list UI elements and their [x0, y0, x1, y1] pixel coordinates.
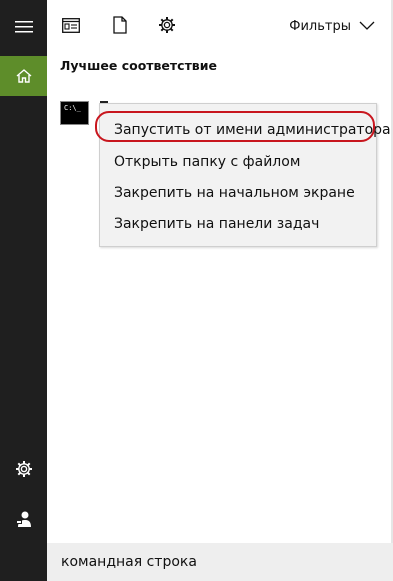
- menu-button[interactable]: [0, 8, 47, 46]
- gear-icon: [15, 461, 32, 477]
- home-icon: [16, 69, 31, 83]
- menu-item-pin-to-start[interactable]: Закрепить на начальном экране: [114, 182, 355, 204]
- home-button[interactable]: [0, 56, 47, 96]
- highlight-annotation: [95, 111, 375, 142]
- filters-label: Фильтры: [289, 18, 351, 34]
- settings-button[interactable]: [0, 455, 47, 483]
- hamburger-icon: [14, 21, 33, 33]
- search-box[interactable]: командная строка: [47, 543, 393, 581]
- menu-item-pin-to-taskbar[interactable]: Закрепить на панели задач: [114, 213, 319, 235]
- command-prompt-icon[interactable]: C:\_: [60, 101, 89, 125]
- search-input[interactable]: командная строка: [61, 554, 197, 570]
- left-rail: [0, 0, 47, 581]
- documents-button[interactable]: [109, 14, 131, 36]
- gear-icon: [159, 17, 175, 33]
- user-icon: [15, 511, 31, 527]
- document-icon: [113, 16, 127, 34]
- chevron-down-icon: [359, 21, 375, 30]
- filters-dropdown[interactable]: Фильтры: [289, 16, 375, 36]
- toolbar-settings-button[interactable]: [156, 14, 178, 36]
- toolbar: Фильтры: [47, 0, 393, 50]
- user-button[interactable]: [0, 505, 47, 533]
- documents-list-button[interactable]: [60, 14, 82, 36]
- documents-list-icon: [62, 17, 80, 33]
- best-match-heading: Лучшее соответствие: [60, 58, 217, 73]
- menu-item-open-file-location[interactable]: Открыть папку с файлом: [114, 151, 300, 173]
